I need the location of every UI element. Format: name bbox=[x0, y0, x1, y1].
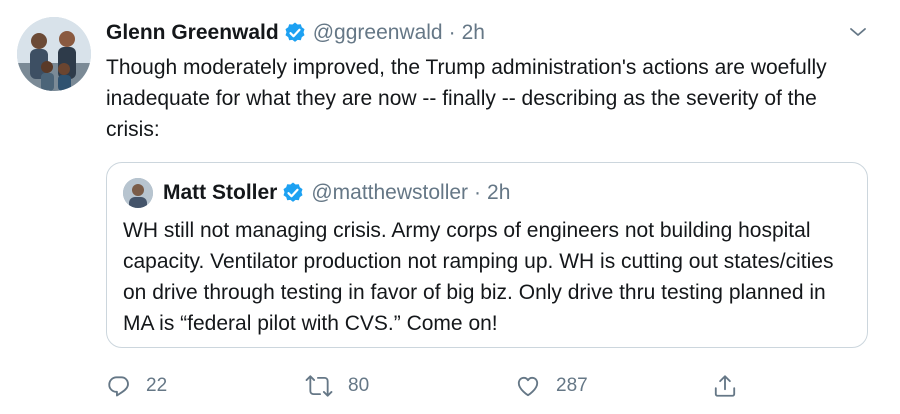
retweet-button[interactable]: 80 bbox=[304, 370, 369, 402]
separator-dot: · bbox=[448, 21, 456, 44]
tweet-actions: 22 80 287 bbox=[106, 370, 866, 402]
author-avatar[interactable] bbox=[17, 17, 91, 91]
verified-badge-icon bbox=[283, 21, 307, 45]
reply-count: 22 bbox=[146, 375, 168, 396]
like-count: 287 bbox=[556, 375, 588, 396]
quoted-author-handle: @matthewstoller bbox=[311, 181, 469, 204]
quoted-tweet[interactable]: Matt Stoller @matthewstoller · 2h WH sti… bbox=[106, 162, 868, 348]
reply-icon bbox=[108, 376, 129, 397]
tweet-text: Though moderately improved, the Trump ad… bbox=[106, 56, 827, 141]
reply-button[interactable]: 22 bbox=[106, 370, 167, 402]
tweet-header: Glenn Greenwald @ggreenwald · 2h bbox=[106, 18, 485, 48]
like-button[interactable]: 287 bbox=[514, 370, 588, 402]
author-name[interactable]: Glenn Greenwald bbox=[106, 21, 279, 45]
author-handle[interactable]: @ggreenwald bbox=[313, 21, 443, 45]
quoted-tweet-timestamp: 2h bbox=[487, 181, 511, 204]
retweet-icon bbox=[305, 375, 333, 397]
tweet-card[interactable]: Glenn Greenwald @ggreenwald · 2h Though … bbox=[0, 0, 900, 414]
retweet-count: 80 bbox=[348, 375, 370, 396]
chevron-down-icon[interactable] bbox=[846, 20, 870, 44]
share-button[interactable] bbox=[712, 370, 752, 402]
quoted-tweet-text: WH still not managing crisis. Army corps… bbox=[123, 219, 834, 335]
tweet-timestamp[interactable]: 2h bbox=[462, 21, 485, 45]
quoted-author-avatar bbox=[123, 178, 153, 208]
quoted-tweet-header: Matt Stoller @matthewstoller · 2h bbox=[123, 177, 510, 209]
verified-badge-icon bbox=[281, 181, 305, 205]
quoted-author-name: Matt Stoller bbox=[163, 181, 278, 204]
separator-dot: · bbox=[474, 181, 482, 204]
share-icon bbox=[714, 375, 736, 397]
heart-icon bbox=[517, 376, 539, 397]
